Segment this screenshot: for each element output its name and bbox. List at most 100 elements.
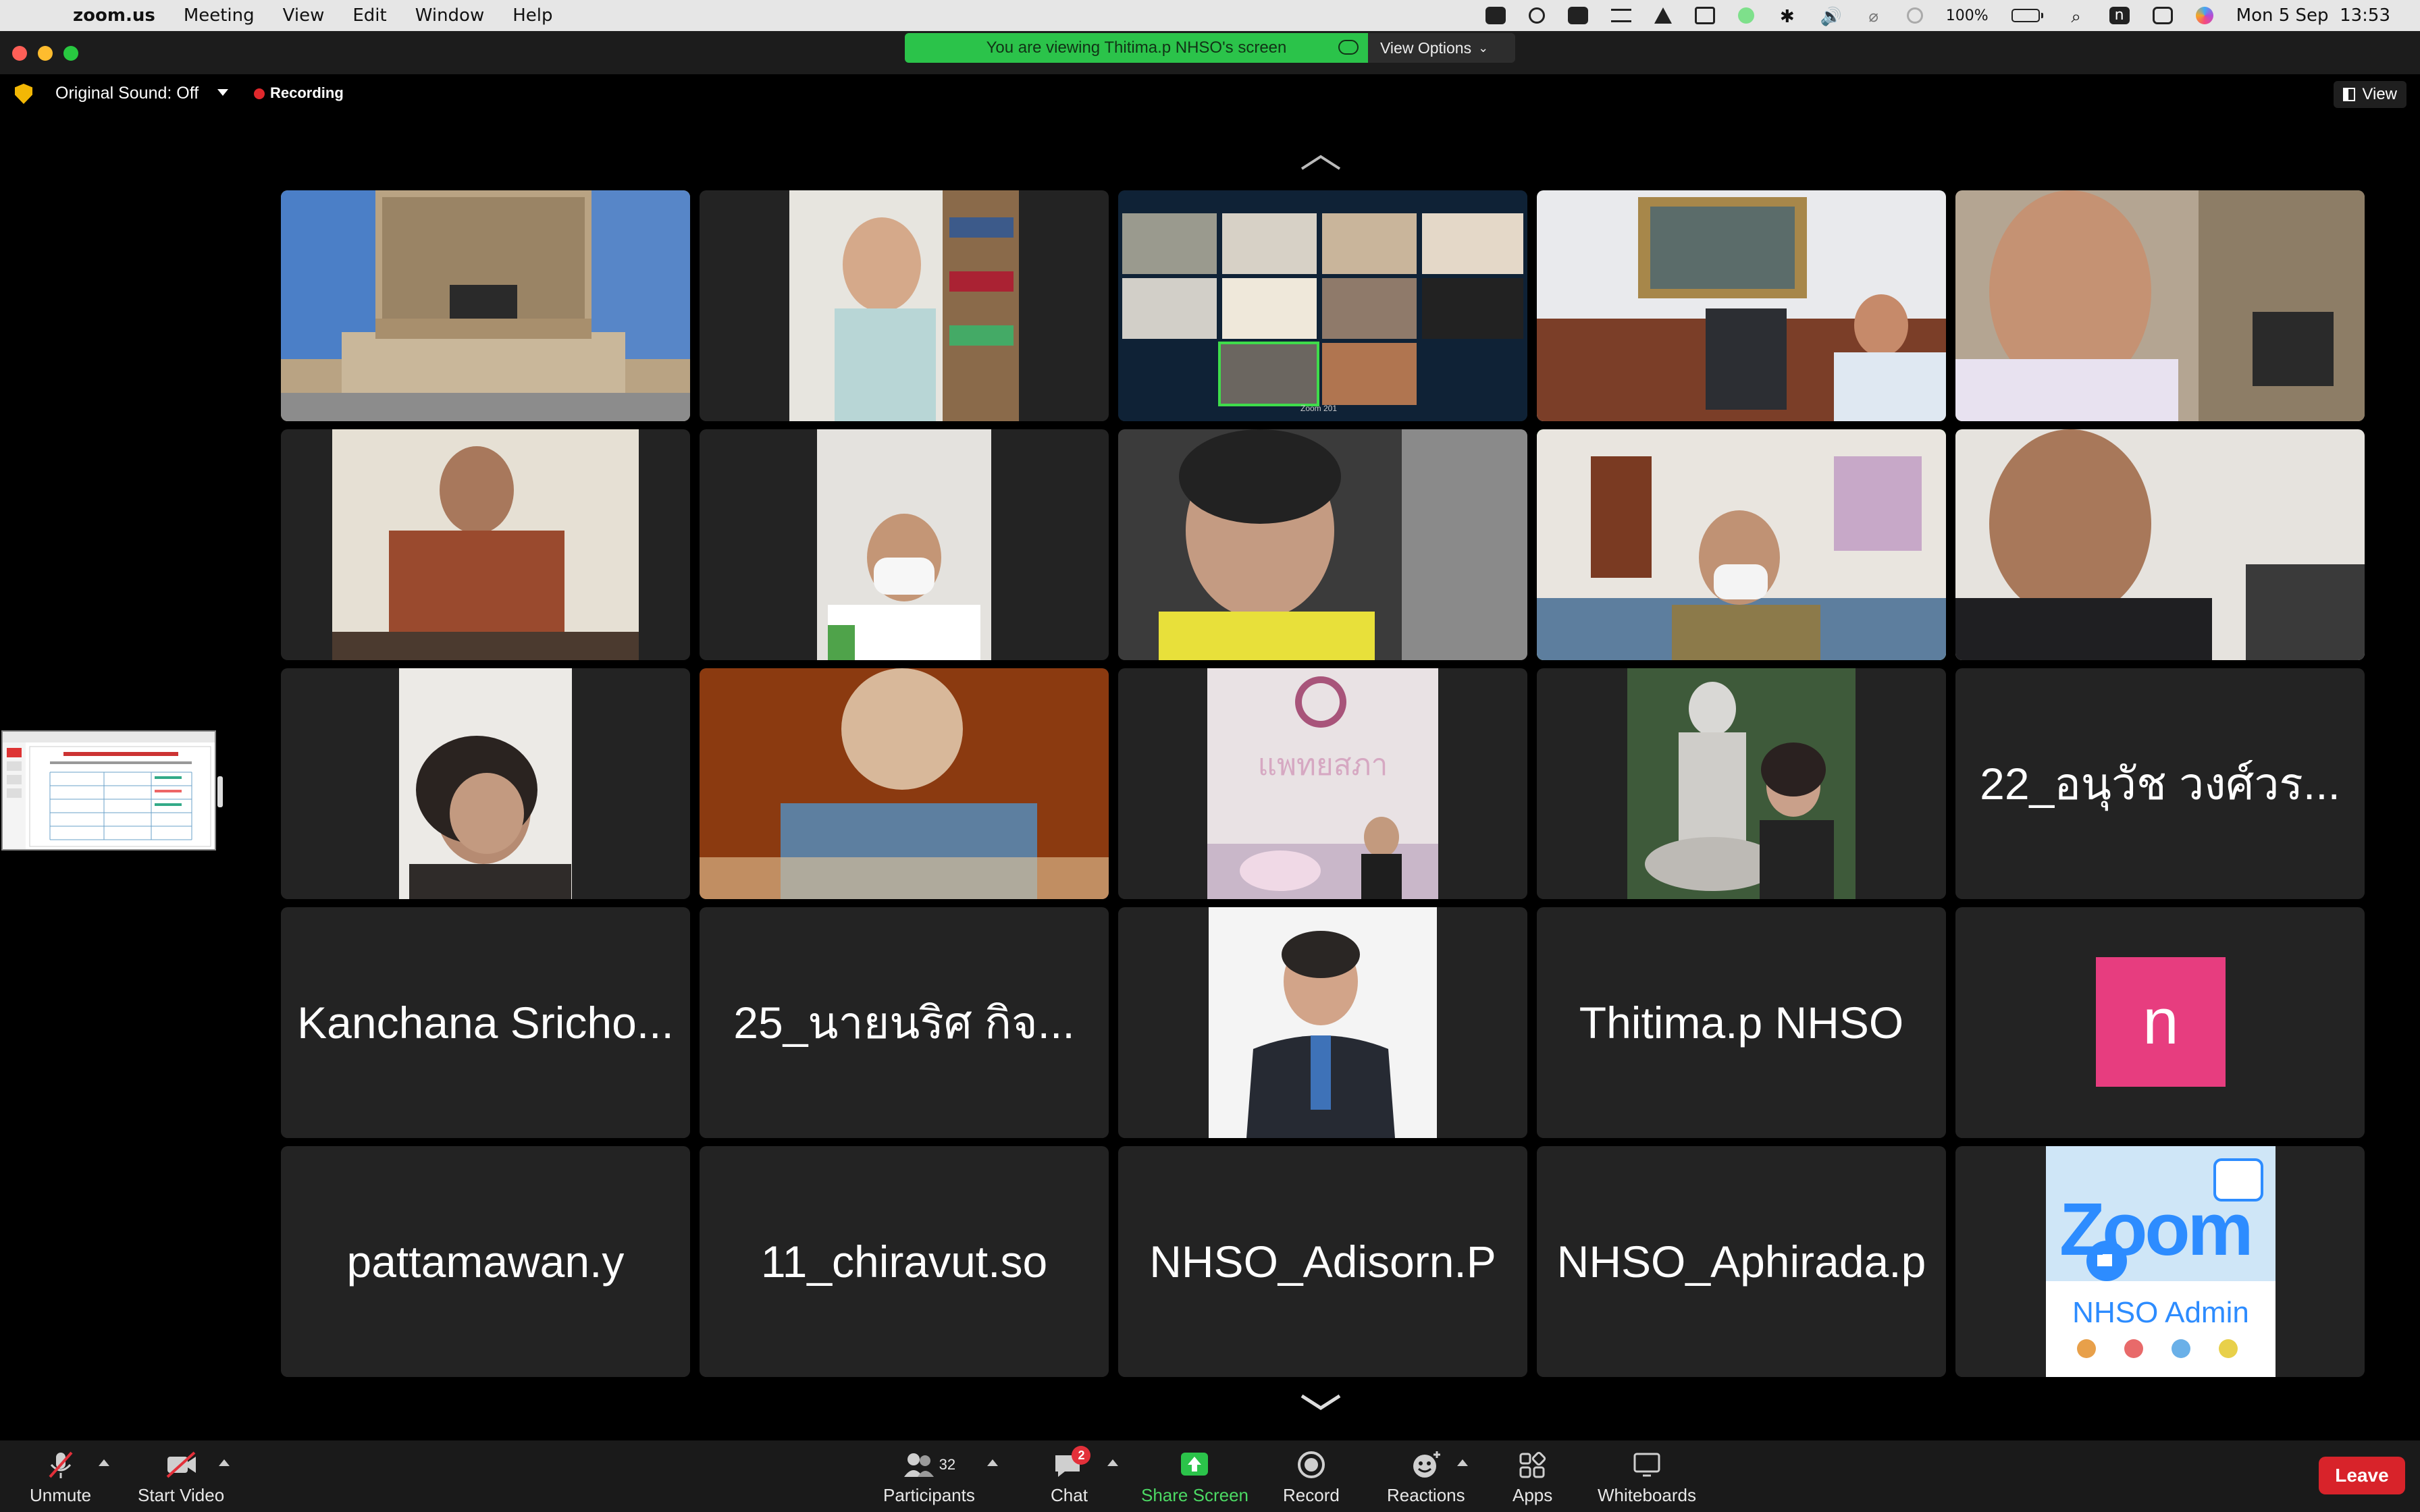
minimize-window-button[interactable] xyxy=(38,46,53,61)
unmute-button[interactable]: Unmute xyxy=(30,1450,91,1506)
participant-name: Kanchana Sricho... xyxy=(281,907,690,1138)
participant-video xyxy=(1537,429,1946,660)
apps-button[interactable]: Apps xyxy=(1512,1450,1552,1506)
menu-window[interactable]: Window xyxy=(415,5,485,26)
recording-indicator[interactable]: Recording xyxy=(270,84,344,102)
participant-tile-conference-room[interactable] xyxy=(281,190,690,421)
record-button[interactable]: Record xyxy=(1283,1450,1340,1506)
spotlight-search-icon[interactable]: ⌕ xyxy=(2066,7,2086,27)
participant-tile-office-painting[interactable] xyxy=(1537,190,1946,421)
control-center-icon[interactable] xyxy=(2152,7,2173,24)
participant-name-text: pattamawan.y xyxy=(346,1237,625,1287)
bluetooth-icon[interactable]: ✱ xyxy=(1777,7,1797,27)
view-options-button[interactable]: View Options ⌄ xyxy=(1368,33,1515,63)
view-button[interactable]: View xyxy=(2334,81,2406,108)
chat-button[interactable]: 2 Chat xyxy=(1051,1446,1091,1506)
participant-name-text: Thitima.p NHSO xyxy=(1579,998,1904,1048)
reactions-options-caret[interactable] xyxy=(1457,1459,1468,1466)
participant-video xyxy=(1118,190,1527,421)
encryption-shield-icon[interactable] xyxy=(15,84,32,104)
participant-name: NHSO_Adisorn.P xyxy=(1118,1146,1527,1377)
view-options-label: View Options xyxy=(1380,38,1472,57)
participant-tile-portrait-suit[interactable] xyxy=(1118,907,1527,1138)
share-screen-icon xyxy=(1181,1453,1209,1476)
shared-screen-thumbnail[interactable] xyxy=(1,730,216,850)
chat-label: Chat xyxy=(1051,1485,1088,1505)
participant-name: Thitima.p NHSO xyxy=(1537,907,1946,1138)
participant-tile-name-only[interactable]: 25_นายนริศ กิจ... xyxy=(700,907,1109,1138)
participant-tile-zoom-room-201[interactable]: Zoom 201 xyxy=(1118,190,1527,421)
menubar-clock[interactable]: Mon 5 Sep 13:53 xyxy=(2236,5,2390,26)
participant-tile-medical-council[interactable]: แพทยสภา xyxy=(1118,668,1527,899)
notion-icon[interactable]: n xyxy=(2109,7,2130,24)
participant-tile-man-uniform[interactable] xyxy=(1955,429,2365,660)
audio-options-caret[interactable] xyxy=(99,1459,109,1466)
participant-tile-name-only[interactable]: 22_อนุวัช วงศ์วร... xyxy=(1955,668,2365,899)
participant-tile-avatar[interactable]: n xyxy=(1955,907,2365,1138)
siri-icon[interactable] xyxy=(2195,7,2213,24)
original-sound-toggle[interactable]: Original Sound: Off xyxy=(55,84,199,103)
participant-video xyxy=(700,668,1109,899)
participant-gallery: Zoom 201 แพทยสภา 22_อนุวัช วงศ์วร... Kan… xyxy=(281,190,2365,1377)
close-window-button[interactable] xyxy=(12,46,27,61)
chat-options-caret[interactable] xyxy=(1107,1459,1118,1466)
participant-tile-woman-glasses[interactable] xyxy=(281,668,690,899)
participant-tile-name-only[interactable]: pattamawan.y xyxy=(281,1146,690,1377)
volume-icon[interactable]: 🔊 xyxy=(1820,7,1842,27)
creative-cloud-icon[interactable] xyxy=(1528,7,1545,24)
participants-button[interactable]: 32 Participants xyxy=(883,1450,975,1506)
apps-icon xyxy=(1519,1451,1546,1478)
participants-options-caret[interactable] xyxy=(987,1459,998,1466)
participant-name-text: NHSO_Adisorn.P xyxy=(1149,1237,1496,1287)
nhso-admin-logo: Zoom NHSO Admin xyxy=(2046,1146,2276,1377)
avatar-initial: n xyxy=(2142,986,2179,1058)
status-dot-icon[interactable] xyxy=(1737,7,1754,24)
participant-tile-name-only[interactable]: NHSO_Aphirada.p xyxy=(1537,1146,1946,1377)
thumbnail-resize-handle[interactable] xyxy=(217,776,223,807)
participant-tile-woman-statue[interactable] xyxy=(1537,668,1946,899)
participant-tile-man-striped-shirt[interactable] xyxy=(281,429,690,660)
participant-name-text: 22_อนุวัช วงศ์วร... xyxy=(1980,758,2340,809)
reactions-button[interactable]: Reactions xyxy=(1387,1450,1465,1506)
recording-dot-icon xyxy=(254,88,265,99)
chevron-down-icon[interactable] xyxy=(1299,1393,1342,1412)
battery-icon[interactable] xyxy=(2011,9,2043,22)
chevron-up-icon[interactable] xyxy=(1299,153,1342,171)
user-icon[interactable] xyxy=(1906,7,1923,24)
wifi-off-icon[interactable]: ⌀ xyxy=(1864,7,1884,26)
participant-tile-man-dim-light[interactable] xyxy=(700,668,1109,899)
participant-tile-name-only[interactable]: 11_chiravut.so xyxy=(700,1146,1109,1377)
nhso-admin-label: NHSO Admin xyxy=(2072,1296,2249,1329)
leave-meeting-button[interactable]: Leave xyxy=(2319,1457,2405,1494)
participant-tile-man-mask[interactable] xyxy=(700,429,1109,660)
participant-tile-name-only[interactable]: Kanchana Sricho... xyxy=(281,907,690,1138)
participant-tile-woman-office-active[interactable] xyxy=(1537,429,1946,660)
menu-edit[interactable]: Edit xyxy=(352,5,386,26)
menu-view[interactable]: View xyxy=(283,5,325,26)
participant-tile-name-only[interactable]: Thitima.p NHSO xyxy=(1537,907,1946,1138)
participant-tile-smiling-man[interactable] xyxy=(700,190,1109,421)
vlc-icon[interactable] xyxy=(1654,7,1672,24)
cloud-sync-icon[interactable] xyxy=(1567,7,1588,24)
menu-help[interactable]: Help xyxy=(512,5,552,26)
participant-name: pattamawan.y xyxy=(281,1146,690,1377)
record-icon xyxy=(1297,1451,1325,1478)
apps-label: Apps xyxy=(1512,1485,1553,1505)
participant-tile-nhso-admin[interactable]: Zoom NHSO Admin xyxy=(1955,1146,2365,1377)
share-screen-button[interactable]: Share Screen xyxy=(1141,1450,1248,1506)
participant-tile-man-glasses[interactable] xyxy=(1955,190,2365,421)
whiteboards-button[interactable]: Whiteboards xyxy=(1598,1450,1696,1506)
chevron-down-icon[interactable] xyxy=(217,89,228,96)
zoom-status-icon[interactable] xyxy=(1485,7,1506,24)
zoom-window-button[interactable] xyxy=(63,46,78,61)
video-options-caret[interactable] xyxy=(219,1459,230,1466)
menu-bar: zoom.us Meeting View Edit Window Help ✱ … xyxy=(0,0,2420,31)
participant-tile-name-only[interactable]: NHSO_Adisorn.P xyxy=(1118,1146,1527,1377)
menu-app-name[interactable]: zoom.us xyxy=(73,5,155,26)
participant-name-text: 11_chiravut.so xyxy=(760,1237,1048,1287)
participant-tile-woman-yellow[interactable] xyxy=(1118,429,1527,660)
menu-meeting[interactable]: Meeting xyxy=(184,5,255,26)
screen-mirror-icon[interactable] xyxy=(1610,9,1631,22)
monitor-icon[interactable] xyxy=(1694,7,1715,24)
start-video-button[interactable]: Start Video xyxy=(138,1450,224,1506)
